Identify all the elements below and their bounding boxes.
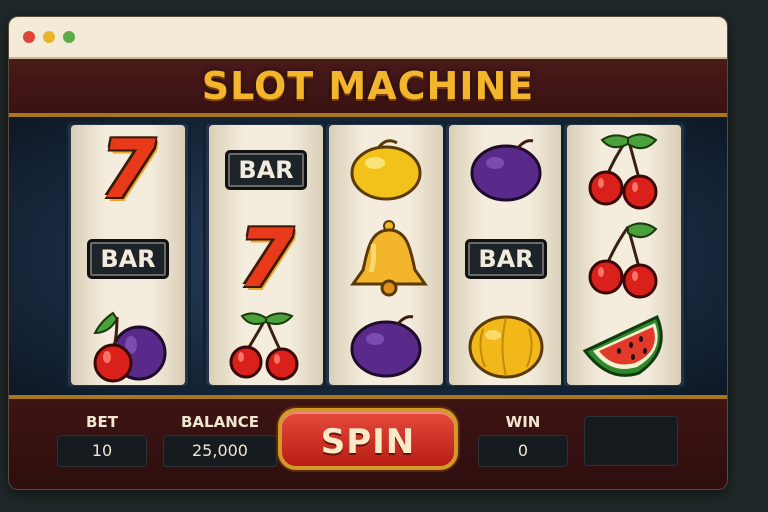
seven-symbol: 7 [100, 123, 156, 216]
lemon-icon [350, 139, 422, 201]
win-label: WIN [505, 413, 541, 431]
cherries-icon [229, 312, 299, 381]
game-title: SLOT MACHINE [201, 64, 535, 108]
spin-button[interactable]: SPIN [278, 408, 458, 470]
cherry-plum-icon [93, 311, 167, 383]
window-titlebar [9, 17, 727, 59]
reel-5-symbol-3 [567, 303, 681, 389]
reel-4-symbol-3 [449, 303, 563, 389]
seven-symbol: 7 [238, 212, 294, 305]
reel-area: 7 BAR BAR 7 BAR [9, 117, 727, 399]
cherries-icon [588, 222, 658, 299]
melon-icon [468, 315, 544, 379]
reel-2-symbol-2: 7 [209, 216, 323, 302]
balance-value: 25,000 [163, 435, 277, 467]
balance-label: BALANCE [180, 413, 260, 431]
reel-4: BAR [443, 121, 569, 389]
reel-3-symbol-3 [329, 303, 443, 389]
reel-2: BAR 7 [203, 121, 329, 389]
bet-label: BET [86, 413, 118, 431]
maximize-window-button[interactable] [63, 31, 75, 43]
bar-symbol: BAR [87, 239, 169, 279]
cherries-icon [588, 133, 658, 210]
watermelon-icon [582, 314, 663, 377]
reel-5 [561, 121, 687, 389]
reel-5-symbol-1 [567, 127, 681, 213]
bar-symbol: BAR [225, 150, 307, 190]
reel-2-symbol-3 [209, 303, 323, 389]
close-window-button[interactable] [23, 31, 35, 43]
reel-3-symbol-2 [329, 216, 443, 302]
empty-display-panel [584, 416, 678, 466]
reel-3-symbol-1 [329, 127, 443, 213]
plum-icon [470, 139, 542, 202]
reel-1-symbol-1: 7 [71, 127, 185, 213]
reel-1-symbol-3 [71, 303, 185, 389]
bell-icon [350, 220, 428, 297]
reel-1: 7 BAR [65, 121, 191, 389]
plum-icon [350, 315, 422, 378]
win-value: 0 [478, 435, 568, 467]
reel-1-symbol-2: BAR [71, 216, 185, 302]
minimize-window-button[interactable] [43, 31, 55, 43]
reel-5-symbol-2 [567, 216, 681, 302]
bet-value[interactable]: 10 [57, 435, 147, 467]
bar-symbol: BAR [465, 239, 547, 279]
reel-4-symbol-2: BAR [449, 216, 563, 302]
game-header: SLOT MACHINE [9, 59, 727, 117]
reel-2-symbol-1: BAR [209, 127, 323, 213]
reel-3 [323, 121, 449, 389]
reel-4-symbol-1 [449, 127, 563, 213]
